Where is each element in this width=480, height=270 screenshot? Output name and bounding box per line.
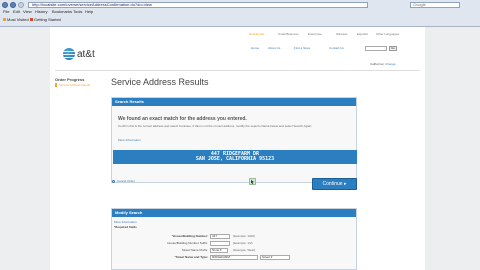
menu-history[interactable]: History <box>35 9 47 14</box>
street-prefix-example: (Example: West) <box>233 248 256 252</box>
nav-about-us[interactable]: About Us <box>268 46 280 50</box>
tab-small-business[interactable]: Small Business <box>278 32 299 36</box>
more-information-link[interactable]: More Information <box>118 138 141 142</box>
change-region-link[interactable]: Change <box>385 62 396 66</box>
go-button[interactable]: Go <box>389 46 397 51</box>
site-search-input[interactable] <box>365 46 387 51</box>
matched-address: 447 RIDGEFARM DR SAN JOSE, CALIFORNIA 95… <box>113 150 357 164</box>
header-divider <box>55 70 420 71</box>
field-row-house-suffix: House/Building Number Suffix: (Example: … <box>112 241 356 247</box>
chevron-down-icon: ▾ <box>270 255 273 259</box>
back-button[interactable] <box>2 2 8 8</box>
house-suffix-example: (Example: 1/2) <box>233 241 253 245</box>
search-results-box: Search Results We found an exact match f… <box>111 97 357 183</box>
street-name-label: *Street Name and Type: <box>174 255 208 259</box>
tab-espanol[interactable]: Español <box>357 32 368 36</box>
mouse-cursor-icon <box>249 178 256 185</box>
menu-view[interactable]: View <box>23 9 32 14</box>
region-selector: California | Change <box>370 62 396 66</box>
modify-more-information-link[interactable]: More Information <box>114 220 137 224</box>
tab-residential[interactable]: Residential <box>249 32 264 36</box>
menu-bookmarks[interactable]: Bookmarks <box>52 9 72 14</box>
tab-enterprise[interactable]: Enterprise <box>308 32 322 36</box>
menu-file[interactable]: File <box>3 9 9 14</box>
street-prefix-select[interactable]: None ▾ <box>210 248 228 253</box>
utility-nav: Home About Us Find a Store Contact Us <box>248 46 358 51</box>
browser-chrome: http://localsite.com/uverse/serviceAddre… <box>0 0 480 27</box>
bookmark-getting-started[interactable]: Getting Started <box>30 17 61 22</box>
bookmarks-bar: Most Visited Getting Started <box>0 16 480 23</box>
top-tabs: Residential Small Business Enterprise Wi… <box>245 32 425 37</box>
chevron-down-icon: ▾ <box>220 248 222 252</box>
bookmark-icon <box>30 18 33 22</box>
field-row-street-name: *Street Name and Type: RIDGEFARM Street … <box>112 255 356 261</box>
house-suffix-label: House/Building Number Suffix: <box>167 241 208 245</box>
tab-other-languages[interactable]: Other Languages <box>376 32 399 36</box>
house-number-label: *House/Building Number: <box>171 234 208 238</box>
cancel-icon <box>112 179 115 183</box>
att-logo[interactable]: at&t <box>63 48 108 62</box>
match-message: We found an exact match for the address … <box>118 116 247 122</box>
sidebar-title: Order Progress <box>55 77 85 82</box>
chevron-right-icon: ▸ <box>343 181 347 187</box>
menu-edit[interactable]: Edit <box>13 9 20 14</box>
tab-wireless[interactable]: Wireless <box>336 32 348 36</box>
bookmark-icon <box>3 18 6 22</box>
logo-text: at&t <box>77 49 95 60</box>
sidebar-step-current: Service Address Result <box>55 83 108 87</box>
nav-find-a-store[interactable]: Find a Store <box>294 46 310 50</box>
browser-menu-bar: File Edit View History Bookmarks Tools H… <box>0 9 480 15</box>
search-results-header: Search Results <box>112 98 356 106</box>
menu-help[interactable]: Help <box>85 9 93 14</box>
street-prefix-label: Street Name Prefix: <box>181 248 208 252</box>
att-globe-icon <box>63 48 75 60</box>
browser-search-input[interactable]: Google <box>410 2 460 8</box>
address-line-2: SAN JOSE, CALIFORNIA 95123 <box>195 156 275 162</box>
street-name-input[interactable]: RIDGEFARM <box>210 255 258 260</box>
house-number-input[interactable]: 447 <box>210 234 230 239</box>
confirm-instructions: Confirm this is the correct address and … <box>118 124 313 128</box>
nav-home[interactable]: Home <box>251 46 259 50</box>
required-fields-note: *Required fields <box>114 225 137 229</box>
house-suffix-input[interactable] <box>210 241 230 246</box>
modify-search-box: Modify Search More Information *Required… <box>111 208 357 270</box>
house-number-example: (Example: 1020) <box>233 234 256 238</box>
modify-search-header: Modify Search <box>112 209 356 217</box>
bookmark-most-visited[interactable]: Most Visited <box>3 17 29 22</box>
nav-contact-us[interactable]: Contact Us <box>329 46 344 50</box>
street-type-select[interactable]: Street ▾ <box>260 255 290 260</box>
continue-button[interactable]: Continue ▸ <box>312 178 357 190</box>
cancel-order-link[interactable]: Cancel Order <box>112 179 135 183</box>
field-row-street-prefix: Street Name Prefix: None ▾ (Example: Wes… <box>112 248 356 254</box>
address-bar[interactable]: http://localsite.com/uverse/serviceAddre… <box>28 2 368 8</box>
menu-tools[interactable]: Tools <box>73 9 82 14</box>
forward-button[interactable] <box>10 2 16 8</box>
order-progress-sidebar: Order Progress Service Address Result <box>55 77 108 87</box>
page-title: Service Address Results <box>111 77 209 87</box>
field-row-house-number: *House/Building Number: 447 (Example: 10… <box>112 234 356 240</box>
browser-nav-row: http://localsite.com/uverse/serviceAddre… <box>0 1 480 8</box>
reload-button[interactable] <box>18 2 24 8</box>
